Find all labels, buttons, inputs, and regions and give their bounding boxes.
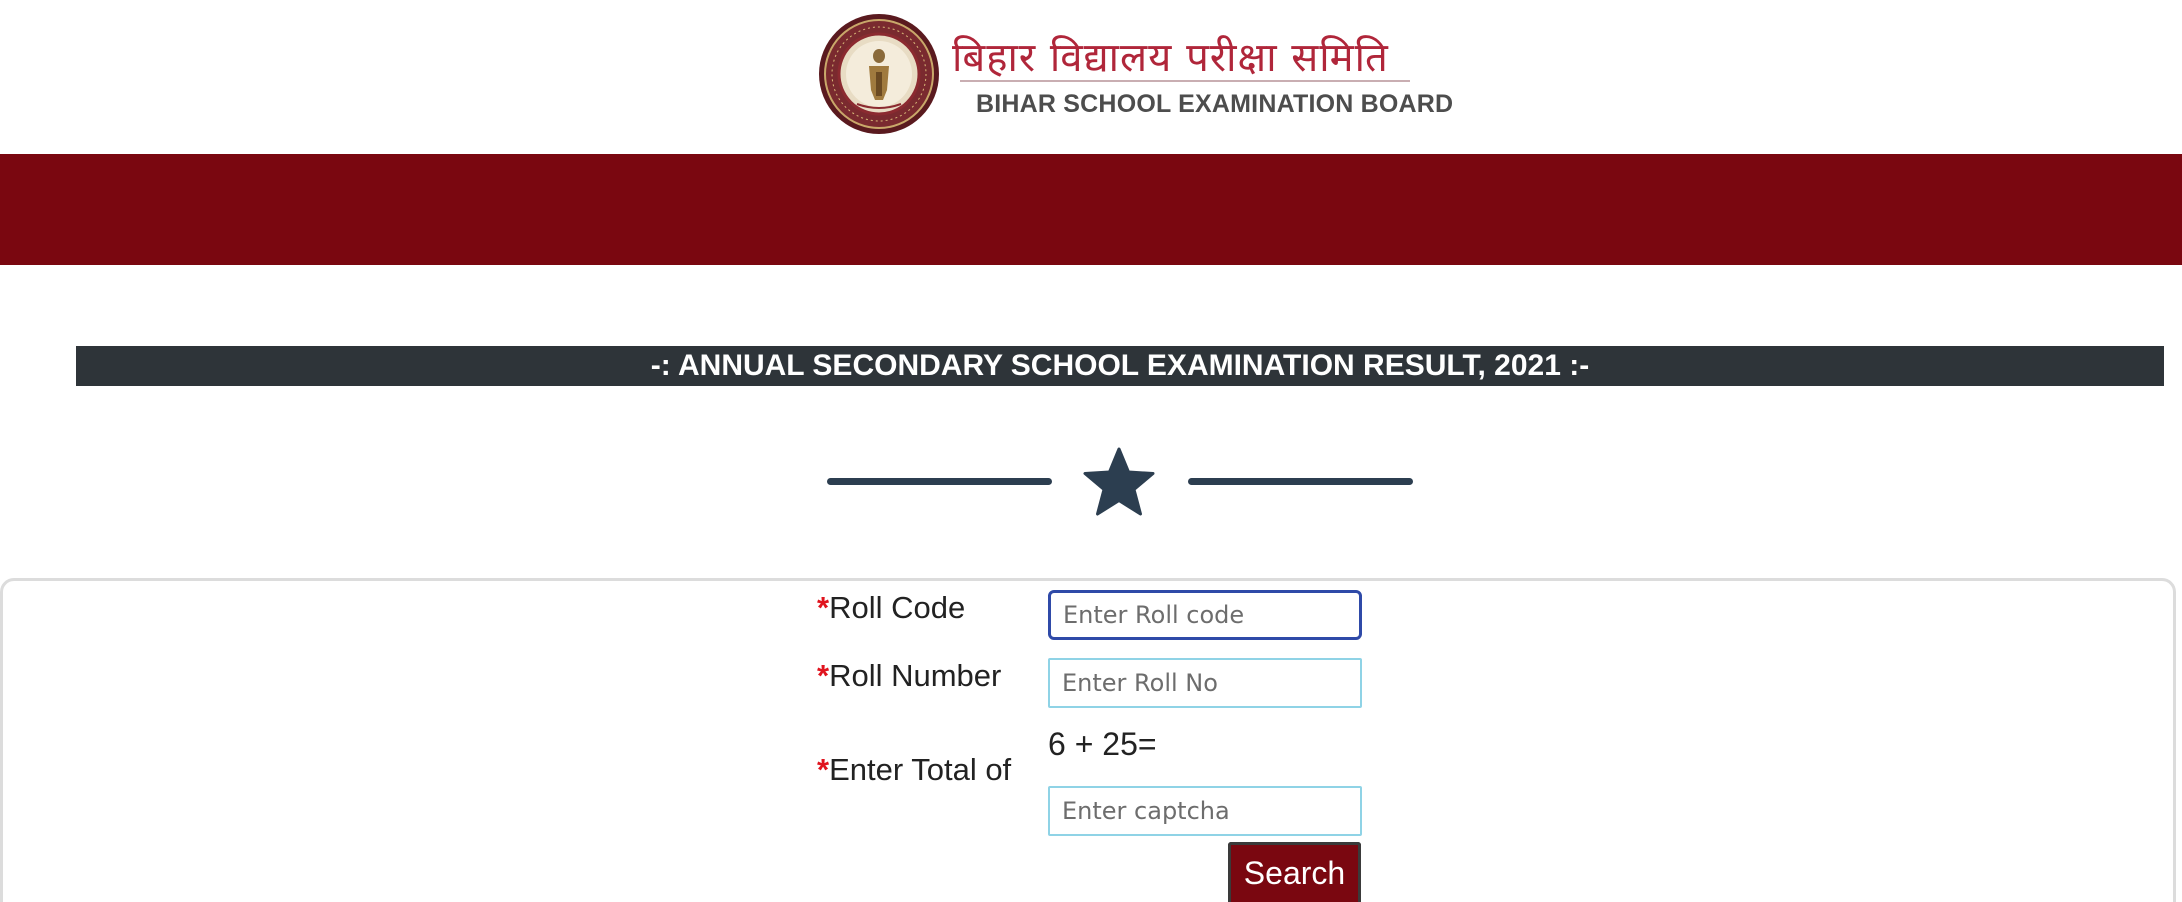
divider-line-right — [1188, 478, 1413, 485]
captcha-label: *Enter Total of — [817, 752, 1011, 788]
roll-code-label: *Roll Code — [817, 590, 965, 626]
divider-line-left — [827, 478, 1052, 485]
star-icon — [1083, 447, 1155, 516]
required-marker: * — [817, 590, 830, 625]
required-marker: * — [817, 658, 830, 693]
captcha-input[interactable] — [1048, 786, 1362, 836]
page-title: -: ANNUAL SECONDARY SCHOOL EXAMINATION R… — [650, 349, 1590, 382]
roll-number-label: *Roll Number — [817, 658, 1001, 694]
page: बिहार विद्यालय परीक्षा समिति BIHAR SCHOO… — [0, 0, 2182, 902]
brand-banner — [0, 154, 2182, 265]
roll-number-label-text: Roll Number — [829, 658, 1002, 693]
captcha-label-text: Enter Total of — [829, 752, 1012, 787]
roll-number-input[interactable] — [1048, 658, 1362, 708]
roll-code-label-text: Roll Code — [829, 590, 966, 625]
roll-code-input[interactable] — [1048, 590, 1362, 640]
logo-hindi-text: बिहार विद्यालय परीक्षा समिति — [952, 35, 1389, 81]
bseb-seal-logo — [819, 14, 939, 134]
site-header: बिहार विद्यालय परीक्षा समिति BIHAR SCHOO… — [0, 0, 2182, 154]
logo-divider — [960, 80, 1410, 82]
search-button[interactable]: Search — [1228, 842, 1361, 902]
captcha-question: 6 + 25= — [1048, 726, 1157, 762]
logo-english-text: BIHAR SCHOOL EXAMINATION BOARD — [976, 90, 1454, 118]
required-marker: * — [817, 752, 830, 787]
result-title-bar: -: ANNUAL SECONDARY SCHOOL EXAMINATION R… — [76, 346, 2164, 386]
